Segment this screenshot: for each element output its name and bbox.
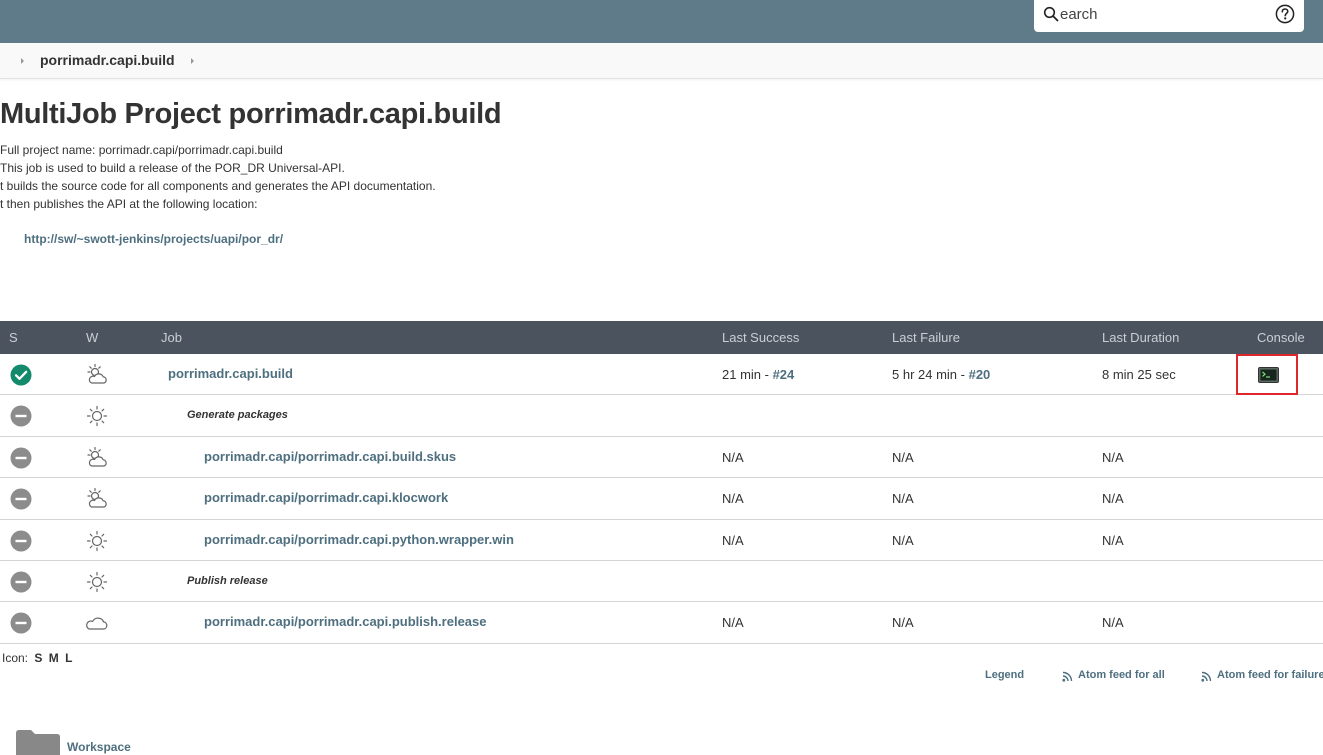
last-success-time: 21 min - — [722, 367, 773, 382]
last-failure-cell: N/A — [892, 615, 914, 631]
table-row: porrimadr.capi/porrimadr.capi.publish.re… — [0, 602, 1323, 644]
success-icon[interactable] — [10, 364, 32, 386]
search-input[interactable] — [1060, 4, 1260, 24]
last-success-cell: 21 min - #24 — [722, 367, 794, 382]
description-line: Full project name: porrimadr.capi/porrim… — [0, 143, 283, 157]
description-line: This job is used to build a release of t… — [0, 161, 345, 175]
help-icon[interactable] — [1275, 4, 1295, 24]
last-duration-cell: 8 min 25 sec — [1102, 367, 1176, 382]
cloud-icon[interactable] — [85, 611, 109, 635]
icon-size-selector: Icon: S M L — [2, 651, 72, 665]
last-failure-cell: 5 hr 24 min - #20 — [892, 367, 990, 382]
rss-icon — [1062, 671, 1073, 682]
job-link[interactable]: porrimadr.capi/porrimadr.capi.klocwork — [204, 490, 448, 505]
last-duration-cell: N/A — [1102, 491, 1124, 507]
column-header-last-success[interactable]: Last Success — [722, 330, 799, 345]
breadcrumb: porrimadr.capi.build — [0, 43, 1323, 79]
last-success-cell: N/A — [722, 532, 744, 548]
build-link[interactable]: #20 — [969, 367, 991, 382]
jobs-table: S W Job Last Success Last Failure Last D… — [0, 321, 1323, 644]
disabled-icon[interactable] — [10, 530, 32, 552]
cloudy-sun-icon[interactable] — [85, 363, 109, 387]
disabled-icon[interactable] — [10, 405, 32, 427]
table-row: porrimadr.capi/porrimadr.capi.python.wra… — [0, 519, 1323, 561]
last-failure-cell: N/A — [892, 449, 914, 465]
chevron-right-icon[interactable] — [190, 56, 196, 66]
cloudy-sun-icon[interactable] — [85, 487, 109, 511]
icon-size-label: Icon: — [2, 651, 29, 665]
job-link[interactable]: porrimadr.capi.build — [168, 366, 293, 381]
table-header: S W Job Last Success Last Failure Last D… — [0, 321, 1323, 354]
search-icon — [1043, 6, 1059, 22]
icon-size-medium[interactable]: M — [49, 651, 59, 665]
sunny-icon[interactable] — [85, 570, 109, 594]
last-duration-cell: N/A — [1102, 615, 1124, 631]
table-row: porrimadr.capi/porrimadr.capi.klocwork N… — [0, 478, 1323, 520]
search-box[interactable] — [1034, 0, 1304, 32]
job-link[interactable]: porrimadr.capi/porrimadr.capi.publish.re… — [204, 614, 487, 629]
api-docs-link[interactable]: http://sw/~swott-jenkins/projects/uapi/p… — [24, 232, 283, 246]
rss-icon — [1201, 671, 1212, 682]
top-header — [0, 0, 1323, 43]
table-row: Publish release — [0, 560, 1323, 603]
last-failure-cell: N/A — [892, 532, 914, 548]
table-row: porrimadr.capi/porrimadr.capi.build.skus… — [0, 436, 1323, 479]
column-header-console: Console — [1257, 330, 1305, 345]
last-failure-time: 5 hr 24 min - — [892, 367, 969, 382]
column-header-status[interactable]: S — [9, 330, 18, 345]
table-row: porrimadr.capi.build 21 min - #24 5 hr 2… — [0, 354, 1323, 396]
page-title: MultiJob Project porrimadr.capi.build — [0, 98, 502, 130]
cloudy-sun-icon[interactable] — [85, 446, 109, 470]
breadcrumb-item-project[interactable]: porrimadr.capi.build — [40, 52, 175, 68]
phase-label: Generate packages — [187, 409, 288, 422]
sunny-icon[interactable] — [85, 529, 109, 553]
column-header-last-failure[interactable]: Last Failure — [892, 330, 960, 345]
table-row: Generate packages — [0, 395, 1323, 437]
atom-feed-failures-link[interactable]: Atom feed for failures — [1217, 669, 1323, 681]
disabled-icon[interactable] — [10, 488, 32, 510]
phase-label: Publish release — [187, 574, 268, 587]
disabled-icon[interactable] — [10, 612, 32, 634]
legend-link[interactable]: Legend — [985, 669, 1024, 681]
folder-icon[interactable] — [16, 729, 60, 755]
icon-size-small[interactable]: S — [34, 651, 42, 665]
job-link[interactable]: porrimadr.capi/porrimadr.capi.build.skus — [204, 449, 456, 464]
last-failure-cell: N/A — [892, 491, 914, 507]
description-line: t builds the source code for all compone… — [0, 179, 436, 193]
job-link[interactable]: porrimadr.capi/porrimadr.capi.python.wra… — [204, 532, 514, 547]
disabled-icon[interactable] — [10, 447, 32, 469]
column-header-weather[interactable]: W — [86, 330, 98, 345]
last-success-cell: N/A — [722, 491, 744, 507]
sunny-icon[interactable] — [85, 404, 109, 428]
atom-feed-all-link[interactable]: Atom feed for all — [1078, 669, 1165, 681]
last-duration-cell: N/A — [1102, 449, 1124, 465]
last-success-cell: N/A — [722, 449, 744, 465]
build-link[interactable]: #24 — [773, 367, 795, 382]
description-line: t then publishes the API at the followin… — [0, 197, 258, 211]
column-header-last-duration[interactable]: Last Duration — [1102, 330, 1179, 345]
console-icon[interactable] — [1258, 367, 1279, 383]
last-success-cell: N/A — [722, 615, 744, 631]
column-header-job[interactable]: Job — [161, 330, 182, 345]
chevron-right-icon[interactable] — [20, 56, 26, 66]
workspace-link[interactable]: Workspace — [67, 740, 131, 754]
last-duration-cell: N/A — [1102, 532, 1124, 548]
disabled-icon[interactable] — [10, 571, 32, 593]
icon-size-large[interactable]: L — [65, 651, 72, 665]
